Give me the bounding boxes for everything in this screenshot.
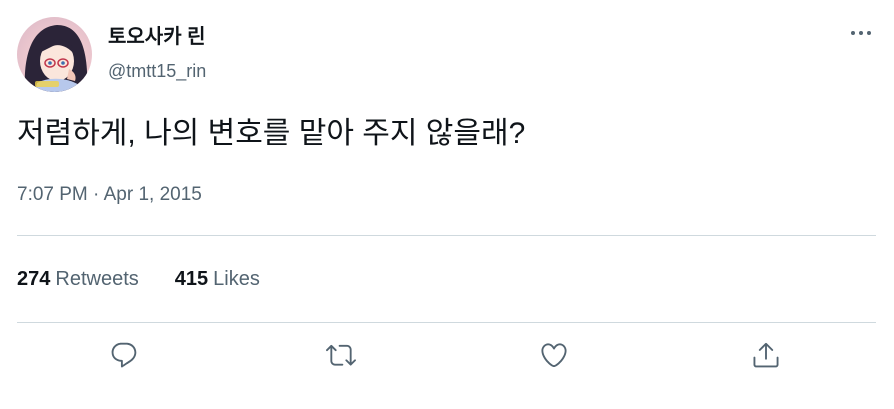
avatar[interactable] [17,17,92,92]
retweet-button[interactable] [324,338,358,372]
author-display-name[interactable]: 토오사카 린 [108,24,206,50]
like-icon [541,343,567,368]
retweets-count: 274 [17,268,51,290]
anime-girl-avatar-icon [24,25,88,92]
likes-stat[interactable]: 415 Likes [175,266,260,292]
share-button[interactable] [749,338,783,372]
reply-button[interactable] [107,338,141,372]
dot [851,31,855,35]
tweet-timestamp[interactable]: 7:07 PM · Apr 1, 2015 [17,183,202,207]
share-icon [753,342,779,368]
tweet-text: 저렴하게, 나의 변호를 맡아 주지 않을래? [17,117,526,150]
likes-count: 415 [174,268,209,290]
retweets-stat[interactable]: 274 Retweets [17,266,139,292]
likes-label: Likes [213,268,260,290]
tweet-stats: 274 Retweets 415 Likes [17,266,296,292]
reply-icon [111,342,137,368]
more-options-icon[interactable] [846,20,876,46]
dot [867,31,871,35]
divider [17,235,876,236]
author-handle[interactable]: @tmtt15_rin [108,60,206,82]
divider [17,322,876,323]
tweet-card: 토오사카 린 @tmtt15_rin 저렴하게, 나의 변호를 맡아 주지 않을… [0,0,894,409]
like-button[interactable] [537,338,571,372]
retweets-label: Retweets [55,268,139,290]
dot [859,31,863,35]
retweet-icon [326,344,356,366]
